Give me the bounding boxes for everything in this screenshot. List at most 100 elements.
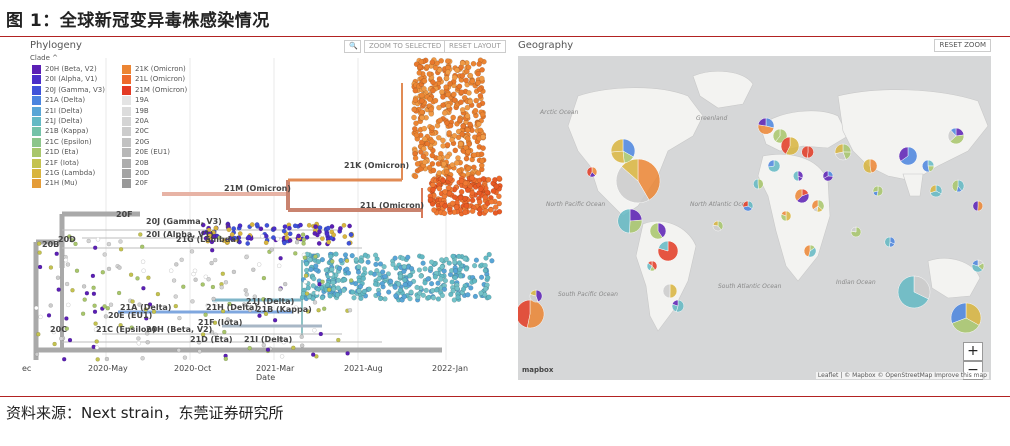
pie-slice: [629, 208, 643, 222]
tree-tip: [177, 315, 182, 321]
tree-tip: [37, 264, 43, 270]
tree-tip: [426, 96, 433, 103]
country-pie-marker[interactable]: [811, 199, 825, 213]
country-pie-marker[interactable]: [972, 200, 984, 212]
country-pie-marker[interactable]: [662, 283, 678, 299]
country-pie-marker[interactable]: [929, 184, 943, 198]
tree-tip: [333, 251, 339, 257]
pie-slice: [712, 220, 719, 227]
pie-slice: [972, 200, 979, 212]
tree-tip: [469, 208, 476, 214]
country-pie-marker[interactable]: [646, 260, 658, 272]
country-pie-marker[interactable]: [586, 166, 598, 178]
tree-tip: [327, 293, 333, 299]
country-pie-marker[interactable]: [767, 159, 781, 173]
caption-rule: [0, 396, 1010, 397]
country-pie-marker[interactable]: [922, 159, 935, 173]
figure-title: 图 1：全球新冠变异毒株感染情况: [6, 11, 270, 31]
tree-tip: [458, 89, 465, 96]
tree-tip: [451, 97, 458, 103]
country-pie-marker[interactable]: [834, 143, 852, 161]
tree-tip: [191, 271, 196, 277]
tree-tip: [447, 80, 453, 87]
country-pie-marker[interactable]: [712, 220, 724, 232]
country-pie-marker[interactable]: [951, 179, 965, 193]
tree-tip: [373, 252, 379, 258]
tree-tip: [322, 306, 327, 311]
label-20h: 20H (Beta, V2): [146, 325, 212, 334]
country-pie-marker[interactable]: [671, 299, 685, 313]
tree-tip: [462, 209, 469, 216]
reset-zoom-button[interactable]: RESET ZOOM: [934, 39, 991, 52]
country-pie-marker[interactable]: [947, 127, 965, 145]
tree-tip: [350, 289, 356, 295]
country-pie-marker[interactable]: [862, 158, 878, 174]
tree-tip: [329, 266, 335, 273]
country-pie-marker[interactable]: [529, 289, 543, 303]
tree-tip: [452, 275, 458, 281]
country-pie-marker[interactable]: [971, 259, 985, 273]
tree-tip: [362, 252, 368, 258]
map-canvas[interactable]: Arctic Ocean North Pacific Ocean North A…: [518, 56, 991, 380]
country-pie-marker[interactable]: [801, 145, 814, 159]
tree-tip: [459, 131, 465, 137]
country-pie-marker[interactable]: [803, 244, 817, 258]
phylogeny-tree[interactable]: 21K (Omicron) 21M (Omicron) 21L (Omicron…: [22, 38, 508, 382]
tree-tip: [257, 313, 262, 318]
tree-tip: [473, 257, 480, 263]
mapbox-logo[interactable]: mapbox: [522, 366, 553, 374]
pie-slice: [757, 117, 767, 127]
country-pie-marker[interactable]: [850, 226, 862, 238]
country-pie-marker[interactable]: [742, 200, 754, 212]
tree-tip: [193, 277, 198, 282]
tree-tip: [482, 194, 489, 201]
tree-tip: [465, 165, 472, 172]
tree-tip: [435, 161, 442, 167]
tree-tip: [342, 234, 348, 240]
country-pie-marker[interactable]: [793, 170, 804, 182]
country-pie-marker[interactable]: [897, 275, 931, 309]
tree-tip: [372, 281, 379, 287]
country-pie-marker[interactable]: [617, 208, 643, 234]
country-pie-marker[interactable]: [753, 178, 764, 190]
country-pie-marker[interactable]: [884, 236, 896, 248]
country-pie-marker[interactable]: [950, 302, 982, 334]
country-pie-marker[interactable]: [657, 240, 679, 262]
label-20c: 20C: [50, 325, 67, 334]
tree-tip: [469, 175, 475, 181]
world-map[interactable]: Arctic Ocean North Pacific Ocean North A…: [518, 56, 991, 380]
country-pie-marker[interactable]: [822, 170, 834, 182]
tree-tip: [66, 302, 71, 308]
tree-tip: [476, 199, 483, 205]
country-pie-marker[interactable]: [610, 138, 636, 164]
country-pie-marker[interactable]: [757, 117, 775, 135]
country-pie-marker[interactable]: [872, 185, 884, 197]
zoom-in-button[interactable]: +: [963, 342, 983, 361]
tree-tip: [405, 254, 411, 260]
country-pie-marker[interactable]: [780, 210, 792, 222]
tree-tip: [249, 222, 255, 228]
country-pie-marker[interactable]: [898, 146, 918, 166]
tree-tip: [376, 276, 382, 282]
tree-tip: [349, 253, 355, 259]
geography-title: Geography: [518, 40, 574, 51]
country-pie-marker[interactable]: [794, 188, 810, 204]
greenland-label: Greenland: [696, 115, 727, 122]
map-attribution[interactable]: Leaflet | © Mapbox © OpenStreetMap Impro…: [815, 372, 989, 379]
label-21b: 21B (Kappa): [256, 305, 312, 314]
tree-tip: [328, 253, 334, 260]
tree-tip: [173, 294, 178, 299]
country-pie-marker[interactable]: [780, 136, 800, 156]
tree-tip: [382, 273, 388, 280]
tree-tip: [326, 239, 332, 245]
country-pie-marker[interactable]: [518, 299, 545, 329]
country-pie-marker[interactable]: [649, 222, 667, 240]
country-pie-marker[interactable]: [615, 158, 661, 204]
tree-tip: [209, 260, 214, 266]
tree-tip: [428, 106, 435, 113]
tree-tip: [428, 265, 434, 271]
tree-tip: [231, 226, 237, 232]
tree-tip: [349, 278, 354, 283]
phylogeny-panel: Phylogeny 🔍 ZOOM TO SELECTED RESET LAYOU…: [22, 38, 508, 382]
tree-tip: [62, 357, 67, 362]
